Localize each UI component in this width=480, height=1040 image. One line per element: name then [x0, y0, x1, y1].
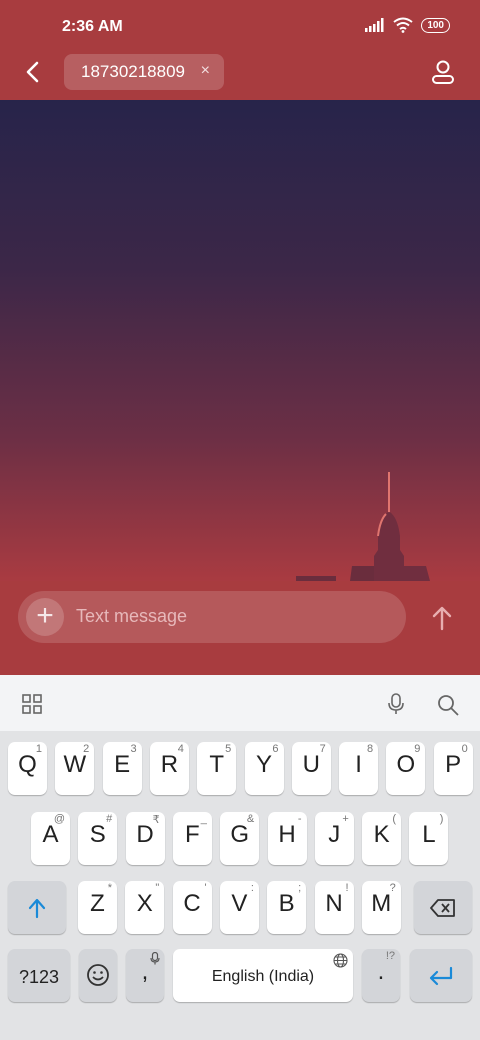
back-arrow-icon[interactable] [20, 58, 46, 86]
app-bar: 18730218809 × [0, 44, 480, 100]
key-label: V [231, 890, 248, 917]
key-b[interactable]: ; B [267, 881, 307, 934]
enter-icon [429, 966, 453, 986]
key-c[interactable]: ' C [172, 881, 212, 934]
key-label: I [355, 751, 362, 778]
composer-bar: + Text message [0, 581, 480, 675]
key-label: X [136, 890, 153, 917]
key-label: Y [255, 751, 272, 778]
key-label: H [278, 821, 296, 848]
recipient-chip[interactable]: 18730218809 × [64, 54, 224, 90]
key-y[interactable]: 6Y [244, 742, 284, 795]
key-a[interactable]: @ A [31, 812, 70, 865]
key-label: E [114, 751, 131, 778]
conversation-background [0, 100, 480, 581]
space-key[interactable]: English (India) [173, 949, 353, 1002]
shift-key[interactable] [8, 881, 66, 934]
key-z[interactable]: * Z [78, 881, 117, 934]
globe-icon [333, 953, 348, 968]
key-label: A [42, 821, 59, 848]
backspace-icon [430, 899, 455, 917]
key-label: T [209, 751, 225, 778]
key-e[interactable]: 3E [102, 742, 142, 795]
key-label: J [328, 821, 341, 848]
grid-icon[interactable] [22, 694, 42, 714]
key-q[interactable]: 1Q [8, 742, 47, 795]
person-icon[interactable] [430, 58, 456, 86]
key-s[interactable]: # S [78, 812, 118, 865]
key-w[interactable]: 2W [55, 742, 95, 795]
emoji-icon [87, 964, 109, 986]
battery-indicator: 100 [421, 17, 450, 33]
message-input[interactable]: + Text message [18, 591, 406, 643]
key-label: N [325, 890, 343, 917]
status-icons: 100 [365, 17, 450, 33]
attach-plus-icon[interactable]: + [26, 598, 64, 636]
mic-icon[interactable] [386, 693, 406, 715]
key-v[interactable]: :V [219, 881, 259, 934]
key-f[interactable]: _ F [172, 812, 212, 865]
key-label: W [63, 751, 87, 778]
key-label: U [302, 751, 320, 778]
key-label: Q [18, 751, 37, 778]
backspace-key[interactable] [414, 881, 472, 934]
key-label: Z [90, 890, 105, 917]
recipient-number: 18730218809 [81, 62, 186, 81]
wifi-icon [393, 17, 413, 33]
key-g[interactable]: & G [220, 812, 260, 865]
key-label: P [445, 751, 462, 778]
key-k[interactable]: (K [362, 812, 402, 865]
symbols-key[interactable]: ?123 [8, 949, 70, 1002]
enter-key[interactable] [410, 949, 472, 1002]
remove-recipient-icon[interactable]: × [201, 62, 210, 80]
key-h[interactable]: -H [267, 812, 307, 865]
comma-key[interactable]: , [126, 949, 164, 1002]
key-t[interactable]: 5T [197, 742, 237, 795]
key-d[interactable]: ₹ D [125, 812, 165, 865]
key-label: G [230, 821, 250, 848]
key-label: L [422, 821, 436, 848]
key-u[interactable]: 7U [291, 742, 331, 795]
status-time: 2:36 AM [62, 18, 123, 35]
key-label: D [136, 821, 154, 848]
key-label: F [185, 821, 200, 848]
key-n[interactable]: ! N [314, 881, 354, 934]
key-i[interactable]: 8I [339, 742, 379, 795]
key-o[interactable]: 9O [386, 742, 426, 795]
key-j[interactable]: + J [314, 812, 354, 865]
message-placeholder: Text message [76, 606, 188, 626]
key-label: O [396, 751, 416, 778]
period-key[interactable]: !? . [362, 949, 400, 1002]
signal-icon [365, 18, 384, 32]
shift-icon [28, 898, 46, 919]
emoji-key[interactable] [79, 949, 117, 1002]
key-x[interactable]: " X [125, 881, 165, 934]
key-label: M [371, 890, 392, 917]
keyboard-toolbar [0, 675, 480, 731]
key-m[interactable]: ? M [361, 881, 401, 934]
search-icon[interactable] [437, 694, 459, 716]
key-r[interactable]: 4R [149, 742, 189, 795]
send-arrow-icon[interactable] [430, 605, 454, 631]
tower-silhouette [296, 472, 430, 581]
key-label: R [160, 751, 179, 778]
keyboard: 1Q2W3E4R5T6Y7U8I9O0P @ A # S ₹ D _ F & G - H + J(K) L … [0, 731, 480, 1040]
key-label: B [278, 890, 295, 917]
key-label: S [89, 821, 106, 848]
key-p[interactable]: 0P [433, 742, 473, 795]
key-label: C [183, 890, 201, 917]
key-l[interactable]: ) L [409, 812, 449, 865]
key-label: K [373, 821, 390, 848]
